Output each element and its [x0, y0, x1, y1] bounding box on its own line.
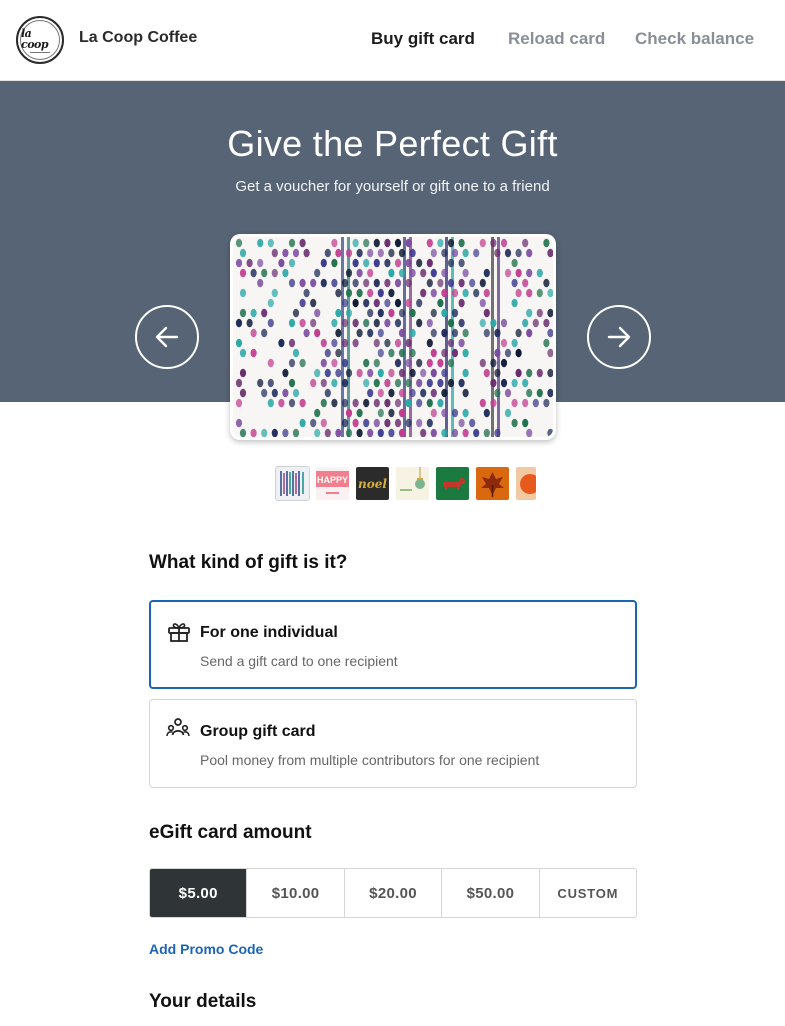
add-promo-code-link[interactable]: Add Promo Code — [149, 941, 263, 957]
hero-subtitle: Get a voucher for yourself or gift one t… — [235, 178, 550, 195]
card-design-thumbnails: HAPPY noel — [275, 466, 543, 501]
site-header: la coop La Coop Coffee Buy gift card Rel… — [0, 0, 785, 81]
brand-logo[interactable]: la coop — [16, 16, 64, 64]
amount-option-10[interactable]: $10.00 — [247, 869, 345, 917]
thumb-woven-pattern[interactable] — [275, 466, 310, 501]
brand-name[interactable]: La Coop Coffee — [79, 29, 197, 47]
svg-text:noel: noel — [358, 477, 387, 491]
arrow-left-icon — [155, 326, 179, 348]
svg-text:HAPPY: HAPPY — [317, 475, 348, 485]
option-one-individual[interactable]: For one individual Send a gift card to o… — [149, 600, 637, 689]
amount-option-5[interactable]: $5.00 — [150, 869, 248, 917]
thumb-dachshund-green[interactable] — [436, 467, 469, 500]
option-description: Pool money from multiple contributors fo… — [200, 752, 540, 768]
logo-text: la coop — [21, 26, 49, 51]
previous-design-button[interactable] — [135, 305, 199, 369]
nav-check-balance[interactable]: Check balance — [635, 29, 754, 49]
gift-icon — [168, 623, 190, 642]
option-group-gift-card[interactable]: Group gift card Pool money from multiple… — [149, 699, 637, 788]
gift-kind-title: What kind of gift is it? — [149, 552, 348, 573]
thumb-autumn-leaf[interactable] — [476, 467, 509, 500]
thumb-happy-pink[interactable]: HAPPY — [316, 467, 349, 500]
your-details-title: Your details — [149, 991, 257, 1012]
next-design-button[interactable] — [587, 305, 651, 369]
thumb-orange-sun[interactable] — [516, 467, 536, 500]
nav-buy-gift-card[interactable]: Buy gift card — [371, 29, 475, 49]
thumb-ornament-cream[interactable] — [396, 467, 429, 500]
amount-option-50[interactable]: $50.00 — [442, 869, 540, 917]
hero-title: Give the Perfect Gift — [227, 123, 558, 164]
amount-title: eGift card amount — [149, 822, 312, 843]
amount-option-custom[interactable]: CUSTOM — [540, 869, 636, 917]
group-icon — [166, 718, 190, 737]
option-title: Group gift card — [200, 723, 316, 740]
amount-selector: $5.00 $10.00 $20.00 $50.00 CUSTOM — [149, 868, 637, 918]
option-description: Send a gift card to one recipient — [200, 653, 398, 669]
amount-option-20[interactable]: $20.00 — [345, 869, 443, 917]
arrow-right-icon — [607, 326, 631, 348]
woven-pattern-image — [233, 237, 553, 437]
gift-card-preview — [230, 234, 556, 440]
nav-reload-card[interactable]: Reload card — [508, 29, 605, 49]
thumb-noel-gold[interactable]: noel — [356, 467, 389, 500]
option-title: For one individual — [200, 624, 338, 641]
